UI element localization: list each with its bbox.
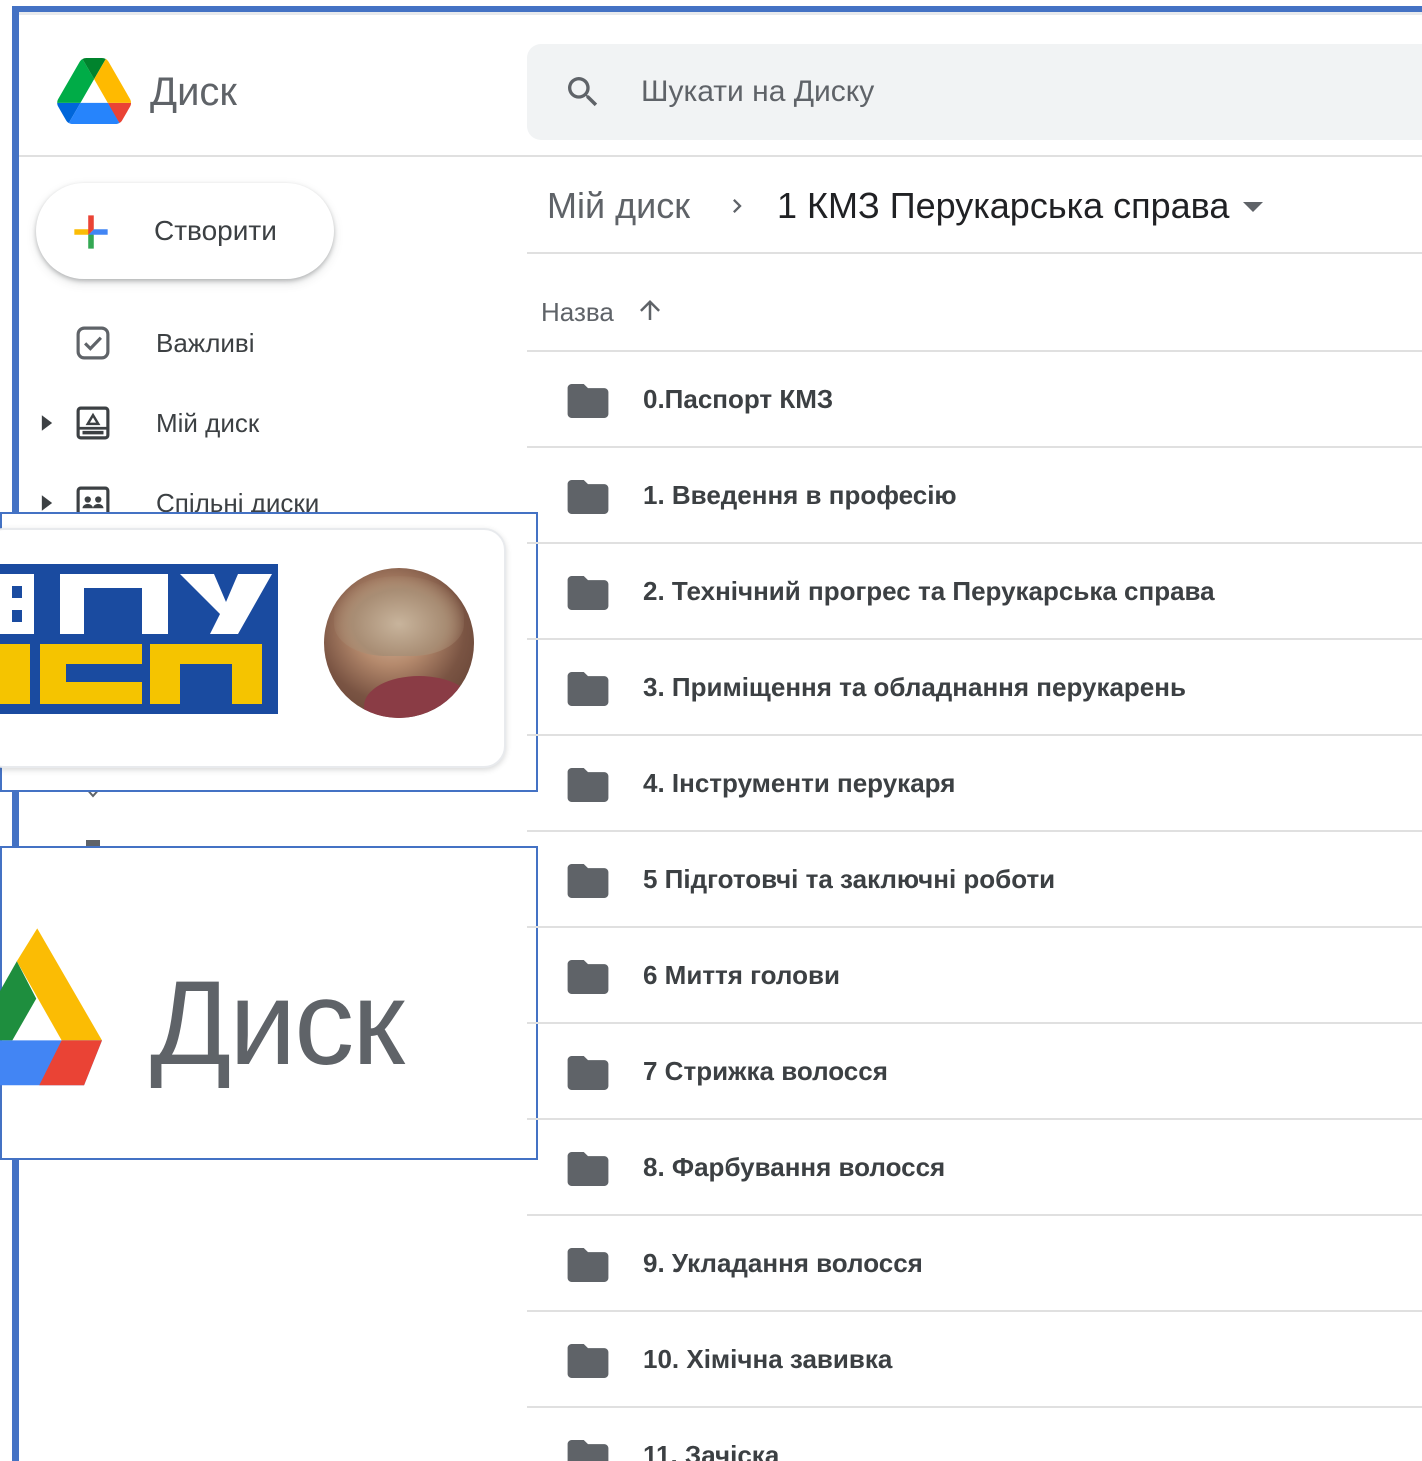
expand-arrow-icon[interactable] [40,414,54,432]
page: Диск Шукати на Диску Створити Важливі Мі… [0,0,1422,1461]
file-row[interactable]: 1. Введення в професію [527,448,1422,544]
user-avatar[interactable] [324,568,474,718]
folder-icon [567,864,609,898]
drive-logo-icon[interactable] [56,58,132,124]
folder-icon [567,1152,609,1186]
file-name: 9. Укладання волосся [643,1248,923,1278]
file-row[interactable]: 4. Інструменти перукаря [527,736,1422,832]
file-row[interactable]: 2. Технічний прогрес та Перукарська спра… [527,544,1422,640]
file-row[interactable]: 9. Укладання волосся [527,1216,1422,1312]
file-name: 5 Підготовчі та заключні роботи [643,864,1056,894]
drive-app-name-large: Диск [150,956,405,1090]
file-name: 11. Зачіска [643,1440,780,1461]
app-name: Диск [150,70,237,114]
drive-logo-large-icon [0,928,102,1086]
list-column-header: Назва [527,285,1422,335]
folder-icon [567,576,609,610]
sidebar-item-my-drive[interactable]: Мій диск [36,398,506,448]
chevron-right-icon [733,199,742,213]
avatar-hair [334,576,464,656]
my-drive-icon [76,406,110,440]
file-name: 3. Приміщення та обладнання перукарень [643,672,1186,702]
account-overlay-panel [0,512,538,792]
file-name: 7 Стрижка волосся [643,1056,888,1086]
file-name: 10. Хімічна завивка [643,1344,893,1374]
file-name: 6 Миття голови [643,960,840,990]
file-name: 8. Фарбування волосся [643,1152,946,1182]
search-icon[interactable] [563,72,603,112]
file-row[interactable]: 11. Зачіска [527,1408,1422,1461]
create-button-label: Створити [154,215,277,246]
breadcrumb-divider [527,252,1422,254]
dropdown-arrow-icon[interactable] [1241,200,1265,214]
folder-icon [567,960,609,994]
file-row[interactable]: 3. Приміщення та обладнання перукарень [527,640,1422,736]
file-row[interactable]: 10. Хімічна завивка [527,1312,1422,1408]
sidebar-item-label: Мій диск [156,408,260,438]
file-name: 0.Паспорт КМЗ [643,384,834,414]
file-name: 4. Інструменти перукаря [643,768,956,798]
file-row[interactable]: 6 Миття голови [527,928,1422,1024]
sidebar-item-starred[interactable]: Важливі [36,318,506,368]
plus-icon [74,215,108,249]
breadcrumb-current-folder[interactable]: 1 КМЗ Перукарська справа [777,184,1229,228]
sort-arrow-up-icon[interactable] [635,295,665,325]
file-row[interactable]: 0.Паспорт КМЗ [527,352,1422,448]
folder-icon [567,1248,609,1282]
frame-border-top [12,6,1422,12]
file-name: 1. Введення в професію [643,480,957,510]
file-name: 2. Технічний прогрес та Перукарська спра… [643,576,1215,606]
folder-icon [567,1056,609,1090]
breadcrumb-my-drive[interactable]: Мій диск [547,184,690,228]
file-row[interactable]: 7 Стрижка волосся [527,1024,1422,1120]
avatar-shirt [364,676,474,718]
breadcrumb: Мій диск 1 КМЗ Перукарська справа [527,170,1422,240]
search-input[interactable]: Шукати на Диску [641,72,874,112]
file-row[interactable]: 8. Фарбування волосся [527,1120,1422,1216]
sidebar-item-label: Важливі [156,328,255,358]
file-row[interactable]: 5 Підготовчі та заключні роботи [527,832,1422,928]
vpu-sp-logo [0,564,278,714]
search-bar[interactable]: Шукати на Диску [527,44,1422,140]
folder-icon [567,672,609,706]
folder-icon [567,480,609,514]
create-button[interactable]: Створити [36,183,334,279]
header-divider [19,155,1422,157]
checkbox-icon [76,326,110,360]
folder-icon [567,1440,609,1461]
drive-logo-overlay-panel: Диск [0,846,538,1160]
expand-arrow-icon[interactable] [40,494,54,512]
name-column-header[interactable]: Назва [541,295,614,329]
folder-icon [567,384,609,418]
folder-icon [567,1344,609,1378]
folder-icon [567,768,609,802]
